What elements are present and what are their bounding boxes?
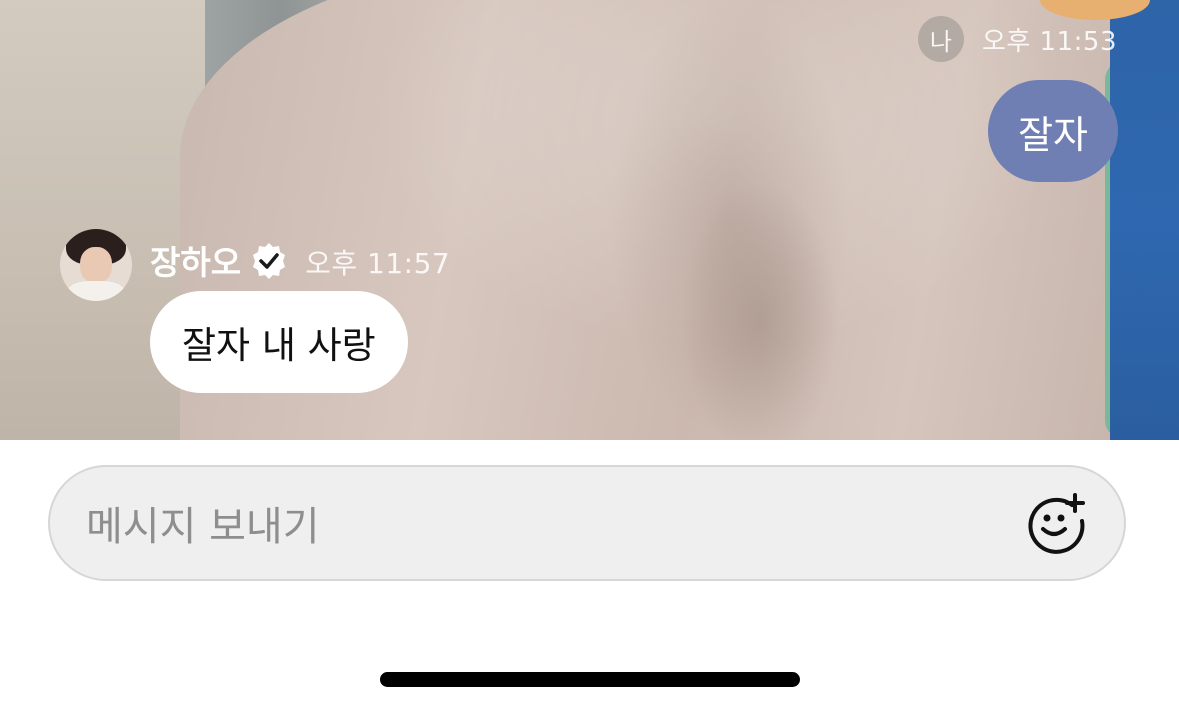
sender-name[interactable]: 장하오 [150, 236, 241, 284]
their-message-bubble[interactable]: 잘자 내 사랑 [150, 291, 408, 393]
my-avatar[interactable]: 나 [917, 16, 964, 62]
my-avatar-label: 나 [929, 27, 952, 56]
avatar-face [80, 247, 112, 283]
home-indicator[interactable] [380, 672, 800, 687]
verified-badge-icon [249, 241, 289, 281]
their-message-time: 오후 11:57 [305, 247, 451, 280]
my-message-bubble[interactable]: 잘자 [988, 80, 1118, 182]
background-blue-accent [1110, 0, 1179, 440]
add-emoji-icon[interactable] [1024, 491, 1088, 555]
avatar-shirt [66, 281, 126, 301]
chat-background: 나 오후 11:53 잘자 장하오 오후 11:57 잘자 내 사랑 [0, 0, 1179, 440]
chat-screen: 나 오후 11:53 잘자 장하오 오후 11:57 잘자 내 사랑 메시지 보… [0, 0, 1179, 711]
my-message-time: 오후 11:53 [981, 26, 1117, 57]
their-message-text: 잘자 내 사랑 [182, 324, 376, 367]
my-message-meta: 나 오후 11:53 [917, 16, 1117, 62]
message-input[interactable]: 메시지 보내기 [48, 465, 1126, 581]
my-message-text: 잘자 [1018, 112, 1088, 157]
sender-avatar[interactable] [60, 229, 132, 301]
message-input-placeholder: 메시지 보내기 [86, 504, 320, 550]
composer-area: 메시지 보내기 [0, 440, 1179, 711]
